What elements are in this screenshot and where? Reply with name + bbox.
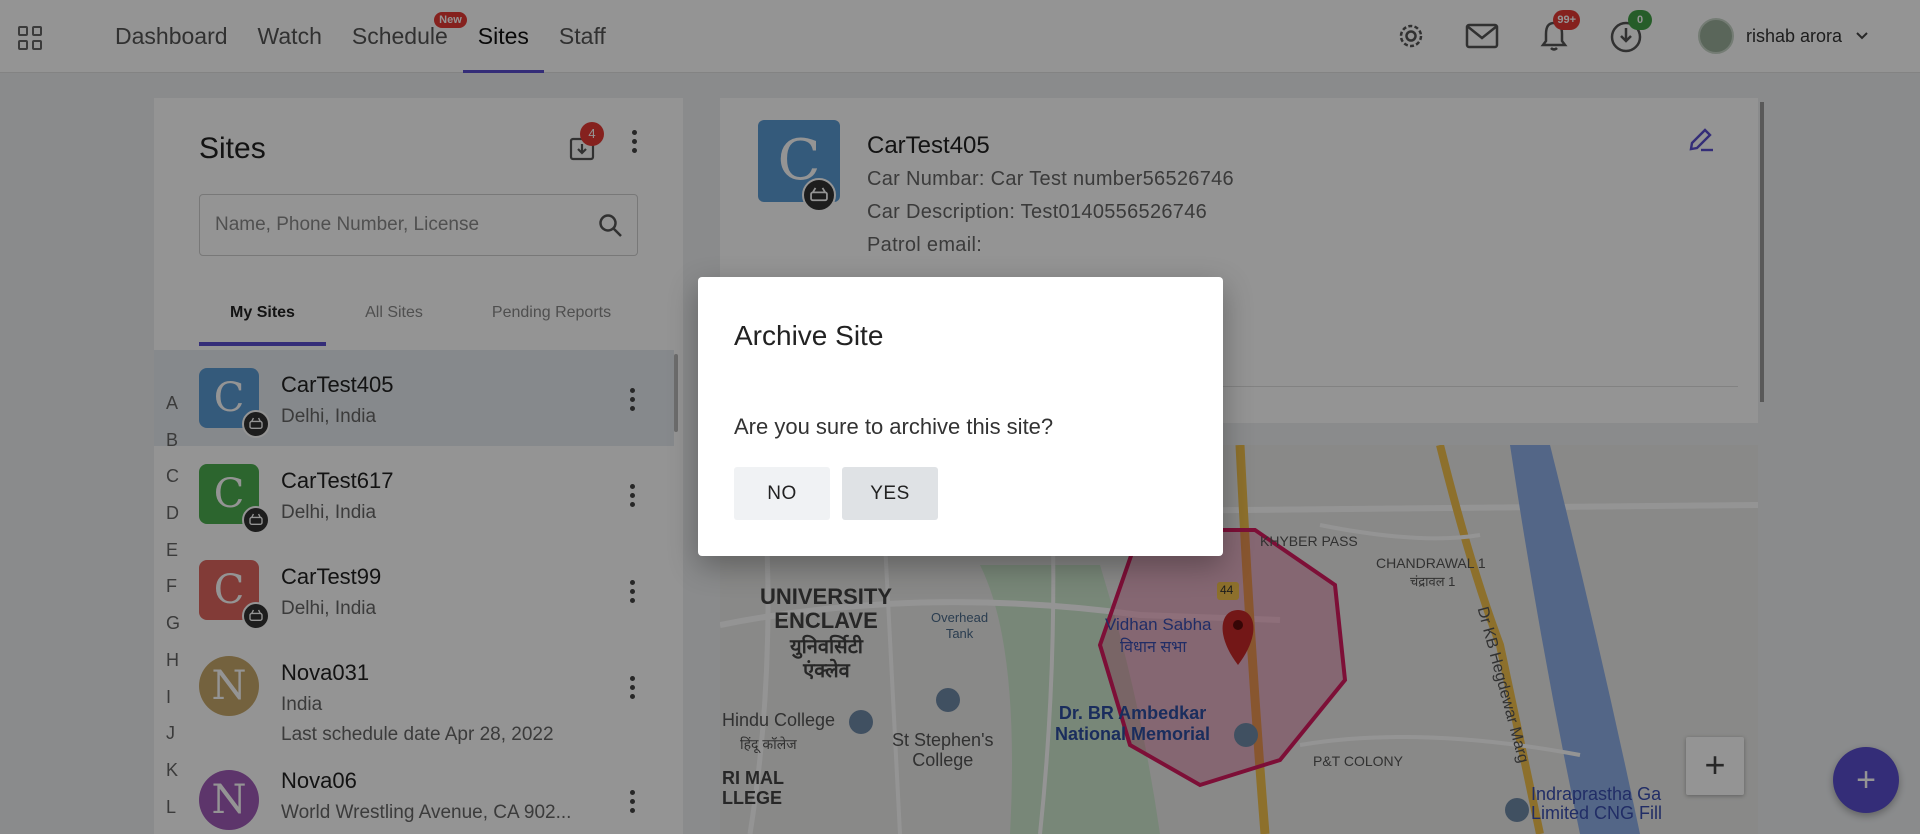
dialog-title: Archive Site [734, 320, 884, 351]
archive-site-dialog: Archive Site Are you sure to archive thi… [698, 277, 1223, 556]
no-button[interactable]: NO [734, 467, 830, 520]
dialog-message: Are you sure to archive this site? [734, 414, 1054, 439]
yes-button[interactable]: YES [842, 467, 938, 520]
